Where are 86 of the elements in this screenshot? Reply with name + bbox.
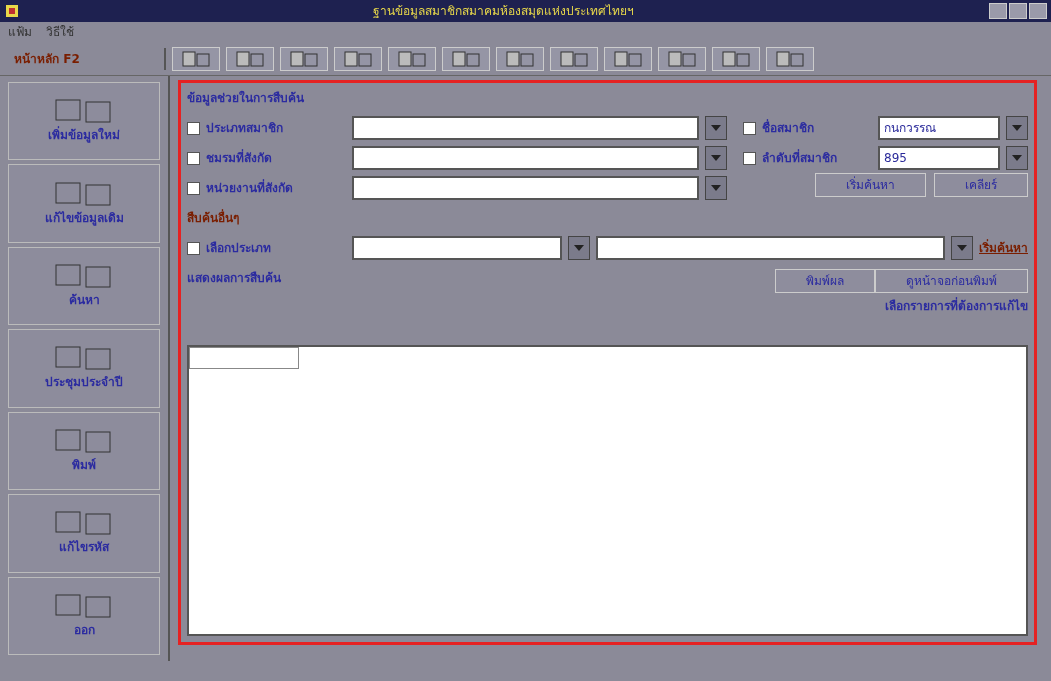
combo-field[interactable] (352, 176, 699, 200)
document-icon (775, 49, 805, 68)
window-icon (54, 180, 114, 207)
app-icon (4, 3, 20, 19)
toolbar-button[interactable] (334, 46, 382, 71)
window-icon (54, 592, 114, 619)
document-icon (721, 49, 751, 68)
window-icon (54, 98, 114, 125)
toolbar-button[interactable] (388, 46, 436, 71)
field-label: เลือกประเภท (206, 240, 272, 257)
caret-icon (1012, 155, 1022, 161)
combo-field[interactable] (352, 236, 562, 260)
window-icon (54, 510, 114, 537)
combo-field[interactable] (352, 146, 699, 170)
document-icon (505, 49, 535, 68)
document-icon (343, 49, 373, 68)
caret-icon (711, 125, 721, 131)
sidebar-button[interactable]: แก้ไขรหัส (8, 494, 160, 573)
menu-item[interactable]: แฟ้ม (8, 23, 32, 41)
document-icon (667, 49, 697, 68)
toolbar-button[interactable] (442, 46, 490, 71)
combo-field[interactable] (596, 236, 945, 260)
dropdown-button[interactable] (951, 236, 973, 260)
toolbar-button[interactable] (550, 46, 598, 71)
dropdown-button[interactable] (1006, 116, 1028, 140)
document-icon (397, 49, 427, 68)
dropdown-button[interactable] (705, 146, 727, 170)
checkbox[interactable] (187, 241, 200, 255)
caret-icon (574, 245, 584, 251)
document-icon (559, 49, 589, 68)
field-label: ลำดับที่สมาชิก (762, 149, 838, 167)
action-button[interactable]: เคลียร์ (934, 173, 1028, 197)
dropdown-button[interactable] (1006, 146, 1028, 170)
home-label[interactable]: หน้าหลัก F2 (6, 47, 166, 70)
caret-icon (957, 245, 967, 251)
sidebar-button[interactable]: แก้ไขข้อมูลเดิม (8, 164, 160, 243)
field-label: หน่วยงานที่สังกัด (206, 179, 294, 197)
sidebar-button[interactable]: ค้นหา (8, 246, 160, 326)
document-icon (613, 49, 643, 68)
section-title: ข้อมูลช่วยในการสืบค้น (187, 89, 305, 107)
toolbar-button[interactable] (766, 46, 814, 71)
checkbox[interactable] (187, 151, 200, 165)
sidebar-button[interactable]: พิมพ์ (8, 411, 160, 491)
checkbox[interactable] (187, 121, 200, 135)
dropdown-button[interactable] (705, 176, 727, 200)
window-title: ฐานข้อมูลสมาชิกสมาคมห้องสมุดแห่งประเทศไทยฯ (372, 3, 635, 20)
checkbox[interactable] (187, 181, 200, 195)
caret-icon (711, 155, 721, 161)
action-button[interactable]: พิมพ์ผล (775, 269, 875, 293)
section-title: แสดงผลการสืบค้น (187, 270, 282, 287)
dropdown-button[interactable] (705, 116, 727, 140)
combo-field[interactable]: 895 (878, 146, 1000, 170)
sidebar-button[interactable]: ประชุมประจำปี (8, 329, 160, 408)
search-link[interactable]: เริ่มค้นหา (979, 239, 1028, 257)
document-icon (289, 49, 319, 68)
toolbar-button[interactable] (712, 46, 760, 71)
document-icon (181, 49, 211, 68)
hint-text: เลือกรายการที่ต้องการแก้ไข (885, 297, 1028, 315)
field-label: ประเภทสมาชิก (206, 120, 284, 137)
sidebar-button[interactable]: เพิ่มข้อมูลใหม่ (8, 82, 160, 161)
checkbox[interactable] (743, 151, 756, 165)
toolbar-button[interactable] (280, 46, 328, 71)
action-button[interactable]: เริ่มค้นหา (815, 173, 926, 197)
caret-icon (1012, 125, 1022, 131)
action-button[interactable]: ดูหน้าจอก่อนพิมพ์ (875, 269, 1028, 293)
field-label: ชมรมที่สังกัด (206, 149, 273, 167)
toolbar-button[interactable] (604, 46, 652, 71)
document-icon (451, 49, 481, 68)
combo-field[interactable]: กนกวรรณ (878, 116, 1000, 140)
toolbar-button[interactable] (658, 46, 706, 71)
dropdown-button[interactable] (568, 236, 590, 260)
toolbar-button[interactable] (226, 46, 274, 71)
field-label: ชื่อสมาชิก (762, 119, 815, 137)
grid-cell[interactable] (189, 347, 299, 369)
sidebar-button[interactable]: ออก (8, 576, 160, 655)
caret-icon (711, 185, 721, 191)
toolbar-button[interactable] (172, 46, 220, 71)
window-icon (54, 263, 114, 290)
toolbar-button[interactable] (496, 46, 544, 71)
window-icon (54, 427, 114, 454)
combo-field[interactable] (352, 116, 699, 140)
window-icon (54, 345, 114, 372)
section-title: สืบค้นอื่นๆ (187, 209, 240, 227)
menu-item[interactable]: วิธีใช้ (46, 23, 74, 41)
document-icon (235, 49, 265, 68)
checkbox[interactable] (743, 121, 756, 135)
